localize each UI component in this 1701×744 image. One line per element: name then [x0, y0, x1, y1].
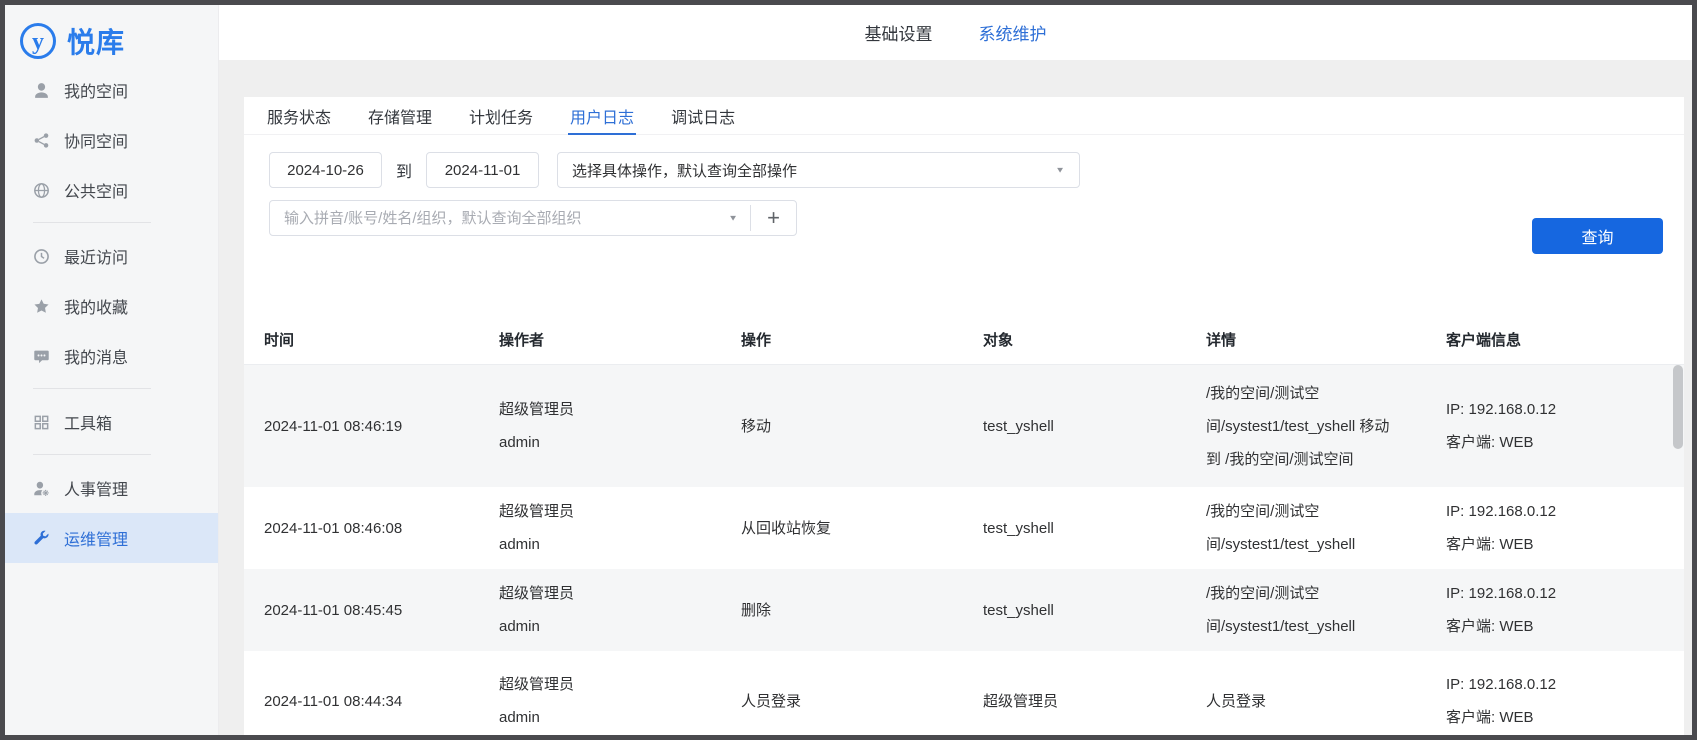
brand-name: 悦库 — [67, 21, 125, 61]
cell-object: test_yshell — [963, 569, 1186, 651]
table-header-row: 时间 操作者 操作 对象 详情 客户端信息 — [244, 317, 1684, 365]
cell-object: 超级管理员 — [963, 651, 1186, 735]
cell-time: 2024-11-01 08:46:19 — [244, 365, 479, 487]
org-combobox[interactable]: ▼ — [270, 210, 750, 227]
svg-text:y: y — [32, 29, 44, 55]
date-range-to-label: 到 — [396, 158, 412, 182]
cell-object: test_yshell — [963, 365, 1186, 487]
query-button[interactable]: 查询 — [1532, 218, 1663, 254]
table-row: 2024-11-01 08:46:08 超级管理员 admin 从回收站恢复 t… — [244, 487, 1684, 569]
cell-time: 2024-11-01 08:44:34 — [244, 651, 479, 735]
cell-client: IP: 192.168.0.12 客户端: WEB — [1426, 487, 1684, 569]
cell-operator: 超级管理员 admin — [479, 365, 721, 487]
sidebar-item-label: 我的空间 — [64, 78, 128, 102]
cell-client: IP: 192.168.0.12 客户端: WEB — [1426, 569, 1684, 651]
table-row: 2024-11-01 08:46:19 超级管理员 admin 移动 test_… — [244, 365, 1684, 487]
sidebar-item-hr-management[interactable]: 人事管理 — [5, 463, 218, 513]
cell-time: 2024-11-01 08:45:45 — [244, 569, 479, 651]
chevron-down-icon: ▼ — [728, 214, 738, 223]
sidebar-item-recent[interactable]: 最近访问 — [5, 231, 218, 281]
cell-client: IP: 192.168.0.12 客户端: WEB — [1426, 651, 1684, 735]
sidebar-item-public-space[interactable]: 公共空间 — [5, 165, 218, 215]
cell-time: 2024-11-01 08:46:08 — [244, 487, 479, 569]
main-area: 基础设置 系统维护 服务状态 存储管理 计划任务 用户日志 调试日志 2024-… — [219, 5, 1692, 735]
sidebar: y 悦库 我的空间 协同空间 公共空间 最近访问 — [5, 5, 219, 735]
history-clock-icon — [33, 248, 50, 265]
date-to-input[interactable]: 2024-11-01 — [426, 152, 539, 188]
user-gear-icon — [33, 480, 50, 497]
nav-system-maintenance[interactable]: 系统维护 — [979, 20, 1047, 45]
col-header-object: 对象 — [963, 317, 1186, 364]
tab-storage-management[interactable]: 存储管理 — [366, 97, 434, 134]
share-nodes-icon — [33, 132, 50, 149]
col-header-detail: 详情 — [1186, 317, 1426, 364]
brand-logo: y 悦库 — [5, 5, 218, 63]
sidebar-item-my-space[interactable]: 我的空间 — [5, 65, 218, 115]
app-window: y 悦库 我的空间 协同空间 公共空间 最近访问 — [0, 0, 1697, 740]
sidebar-divider — [33, 388, 151, 389]
top-navigation: 基础设置 系统维护 — [219, 5, 1692, 60]
tab-scheduled-tasks[interactable]: 计划任务 — [467, 97, 535, 134]
cell-operator: 超级管理员 admin — [479, 651, 721, 735]
sidebar-item-toolbox[interactable]: 工具箱 — [5, 397, 218, 447]
add-org-filter-button[interactable]: + — [750, 205, 796, 231]
cell-detail: /我的空间/测试空 间/systest1/test_yshell — [1186, 487, 1426, 569]
sidebar-item-ops-management[interactable]: 运维管理 — [5, 513, 218, 563]
star-icon — [33, 298, 50, 315]
table-row: 2024-11-01 08:44:34 超级管理员 admin 人员登录 超级管… — [244, 651, 1684, 735]
tab-service-status[interactable]: 服务状态 — [265, 97, 333, 134]
operation-select-value: 选择具体操作，默认查询全部操作 — [572, 160, 797, 181]
message-icon — [33, 348, 50, 365]
operation-select[interactable]: 选择具体操作，默认查询全部操作 ▼ — [557, 152, 1080, 188]
filter-bar: 2024-10-26 到 2024-11-01 选择具体操作，默认查询全部操作 … — [269, 152, 1684, 236]
cell-action: 移动 — [721, 365, 963, 487]
org-filter-group: ▼ + — [269, 200, 797, 236]
cell-operator: 超级管理员 admin — [479, 569, 721, 651]
sidebar-divider — [33, 222, 151, 223]
nav-basic-settings[interactable]: 基础设置 — [865, 20, 933, 45]
vertical-scrollbar-thumb[interactable] — [1673, 365, 1683, 449]
col-header-time: 时间 — [244, 317, 479, 364]
cell-action: 从回收站恢复 — [721, 487, 963, 569]
sidebar-item-label: 最近访问 — [64, 244, 128, 268]
sidebar-item-label: 我的收藏 — [64, 294, 128, 318]
globe-icon — [33, 182, 50, 199]
user-icon — [33, 82, 50, 99]
sidebar-divider — [33, 454, 151, 455]
chevron-down-icon: ▼ — [1055, 166, 1065, 175]
wrench-icon — [33, 530, 50, 547]
sidebar-item-collab-space[interactable]: 协同空间 — [5, 115, 218, 165]
cell-detail: /我的空间/测试空 间/systest1/test_yshell 移动 到 /我… — [1186, 365, 1426, 487]
sidebar-item-label: 人事管理 — [64, 476, 128, 500]
sidebar-item-label: 我的消息 — [64, 344, 128, 368]
org-search-input[interactable] — [284, 210, 720, 227]
tab-user-log[interactable]: 用户日志 — [568, 97, 636, 134]
table-row: 2024-11-01 08:45:45 超级管理员 admin 删除 test_… — [244, 569, 1684, 651]
cell-action: 删除 — [721, 569, 963, 651]
cell-client: IP: 192.168.0.12 客户端: WEB — [1426, 365, 1684, 487]
date-from-input[interactable]: 2024-10-26 — [269, 152, 382, 188]
sidebar-item-label: 工具箱 — [64, 410, 112, 434]
cell-detail: 人员登录 — [1186, 651, 1426, 735]
page-background: 服务状态 存储管理 计划任务 用户日志 调试日志 2024-10-26 到 20… — [219, 60, 1692, 735]
sidebar-item-label: 公共空间 — [64, 178, 128, 202]
yueku-circle-y-icon: y — [18, 21, 58, 61]
tab-debug-log[interactable]: 调试日志 — [669, 97, 737, 134]
content-card: 服务状态 存储管理 计划任务 用户日志 调试日志 2024-10-26 到 20… — [244, 97, 1684, 735]
col-header-operator: 操作者 — [479, 317, 721, 364]
sidebar-item-messages[interactable]: 我的消息 — [5, 331, 218, 381]
cell-action: 人员登录 — [721, 651, 963, 735]
col-header-client: 客户端信息 — [1426, 317, 1684, 364]
cell-detail: /我的空间/测试空 间/systest1/test_yshell — [1186, 569, 1426, 651]
col-header-action: 操作 — [721, 317, 963, 364]
cell-operator: 超级管理员 admin — [479, 487, 721, 569]
sub-tabs: 服务状态 存储管理 计划任务 用户日志 调试日志 — [244, 97, 1684, 135]
sidebar-item-favorites[interactable]: 我的收藏 — [5, 281, 218, 331]
sidebar-item-label: 协同空间 — [64, 128, 128, 152]
sidebar-item-label: 运维管理 — [64, 526, 128, 550]
log-table: 时间 操作者 操作 对象 详情 客户端信息 2024-11-01 08:46:1… — [244, 317, 1684, 735]
grid-icon — [33, 414, 50, 431]
cell-object: test_yshell — [963, 487, 1186, 569]
